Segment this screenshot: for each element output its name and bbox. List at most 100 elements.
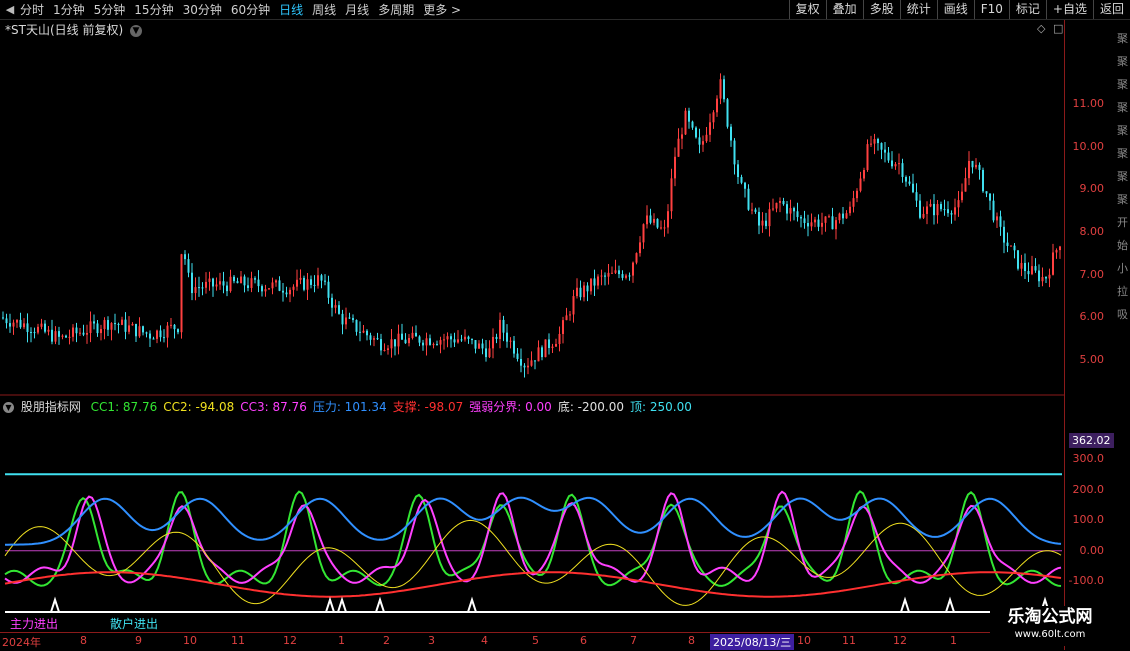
candle-body: [677, 138, 680, 157]
candle-body: [467, 336, 470, 340]
candle-body: [702, 141, 704, 145]
candle-body: [355, 319, 358, 332]
candle-body: [495, 336, 498, 339]
candle-body: [737, 164, 739, 178]
candle-body: [716, 98, 718, 113]
candle-body: [411, 332, 414, 339]
candle-body: [177, 329, 179, 333]
retail-label: 散户进出: [110, 617, 159, 631]
candle-body: [593, 278, 596, 286]
indicator-max-label: 362.02: [1069, 433, 1114, 448]
candle-body: [373, 338, 375, 340]
candle-body: [243, 276, 246, 286]
candle-body: [618, 270, 620, 275]
candle-body: [366, 330, 368, 336]
date-label: 10: [797, 634, 811, 647]
candle-body: [975, 164, 977, 168]
candle-body: [2, 317, 4, 319]
candle-body: [936, 204, 939, 216]
candle-body: [499, 319, 501, 339]
candle-body: [978, 164, 981, 170]
marker: [375, 596, 385, 613]
candle-body: [107, 320, 109, 330]
candle-body: [331, 297, 333, 308]
candle-body: [726, 99, 729, 127]
candle-body: [747, 188, 750, 210]
date-label: 6: [580, 634, 587, 647]
chevron-down-icon[interactable]: ▼: [3, 402, 14, 413]
candle-body: [5, 318, 8, 324]
candle-body: [96, 323, 99, 334]
candle-body: [761, 220, 764, 226]
candle-body: [964, 178, 967, 192]
candle-body: [698, 137, 701, 145]
candle-body: [681, 134, 683, 139]
candle-body: [1034, 266, 1037, 271]
candle-body: [551, 346, 554, 348]
candle-body: [163, 337, 165, 339]
date-label: 8: [80, 634, 87, 647]
candle-body: [919, 200, 921, 218]
candle-body: [908, 181, 911, 184]
chart-canvas[interactable]: [0, 0, 1130, 650]
side-char: 小: [1117, 262, 1128, 275]
candle-body: [957, 200, 960, 208]
candle-body: [86, 332, 88, 335]
candle-body: [12, 322, 15, 327]
indicator-value: 底: -200.00: [557, 400, 624, 414]
candle-body: [138, 326, 141, 337]
candle-body: [205, 281, 207, 288]
candle-body: [807, 223, 809, 227]
candle-body: [705, 134, 708, 142]
candle-body: [23, 323, 25, 328]
candle-body: [947, 209, 949, 214]
candle-body: [502, 319, 505, 333]
candle-body: [362, 330, 365, 333]
candle-body: [513, 340, 515, 354]
candle-body: [1006, 242, 1009, 246]
candle-body: [313, 284, 316, 286]
candle-body: [877, 138, 879, 144]
date-label: 5: [532, 634, 539, 647]
candle-body: [415, 332, 417, 337]
candle-body: [576, 287, 578, 297]
cc3-line: [4, 490, 1062, 584]
main-force-label: 主力进出: [10, 617, 59, 631]
candle-body: [198, 287, 200, 289]
candle-body: [985, 191, 988, 194]
candle-body: [863, 170, 865, 179]
candle-body: [460, 339, 463, 341]
candle-body: [19, 319, 22, 328]
candle-body: [369, 335, 372, 340]
price-tick: 10.00: [1072, 139, 1105, 153]
candle-body: [653, 218, 655, 223]
candle-body: [828, 216, 830, 218]
candle-body: [124, 319, 127, 332]
candle-body: [478, 343, 480, 349]
candle-body: [128, 325, 130, 332]
candle-body: [247, 285, 249, 288]
candle-body: [583, 285, 585, 298]
candle-body: [485, 348, 487, 358]
candle-body: [443, 339, 445, 341]
candle-body: [436, 344, 438, 346]
price-tick: 11.00: [1072, 97, 1105, 111]
candle-body: [37, 326, 39, 333]
date-label: 4: [481, 634, 488, 647]
candle-body: [159, 330, 162, 338]
candle-body: [184, 254, 186, 260]
candle-body: [1038, 270, 1040, 282]
candle-body: [173, 324, 176, 330]
candle-body: [999, 216, 1002, 227]
candle-body: [751, 209, 753, 211]
candle-body: [376, 338, 379, 340]
candle-body: [873, 138, 876, 144]
candle-body: [719, 79, 722, 99]
candle-body: [579, 287, 582, 298]
candle-body: [93, 321, 95, 324]
candle-body: [926, 206, 928, 214]
candle-body: [380, 339, 382, 351]
candle-body: [359, 331, 361, 333]
watermark-title: 乐淘公式网: [1007, 607, 1093, 627]
candle-body: [950, 213, 953, 215]
